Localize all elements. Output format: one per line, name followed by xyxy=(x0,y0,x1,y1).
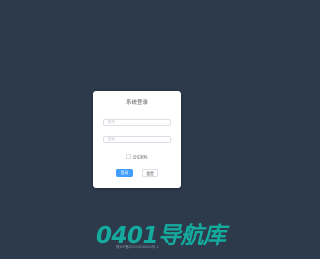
login-title: 系统登录 xyxy=(125,100,148,106)
password-input[interactable]: 密码 xyxy=(103,136,171,143)
remember-label: 记住密码 xyxy=(132,154,148,160)
login-card: 系统登录 账号 密码 记住密码 登录 重置 xyxy=(93,91,181,188)
remember-checkbox[interactable] xyxy=(126,154,132,159)
username-placeholder: 账号 xyxy=(108,120,116,124)
remember-password[interactable]: 记住密码 xyxy=(93,154,181,160)
login-button[interactable]: 登录 xyxy=(116,169,133,177)
username-input[interactable]: 账号 xyxy=(103,119,171,126)
icp-footer[interactable]: 陕ICP备2021000000号-1 xyxy=(0,245,275,250)
reset-button[interactable]: 重置 xyxy=(142,169,158,177)
password-placeholder: 密码 xyxy=(108,137,116,141)
